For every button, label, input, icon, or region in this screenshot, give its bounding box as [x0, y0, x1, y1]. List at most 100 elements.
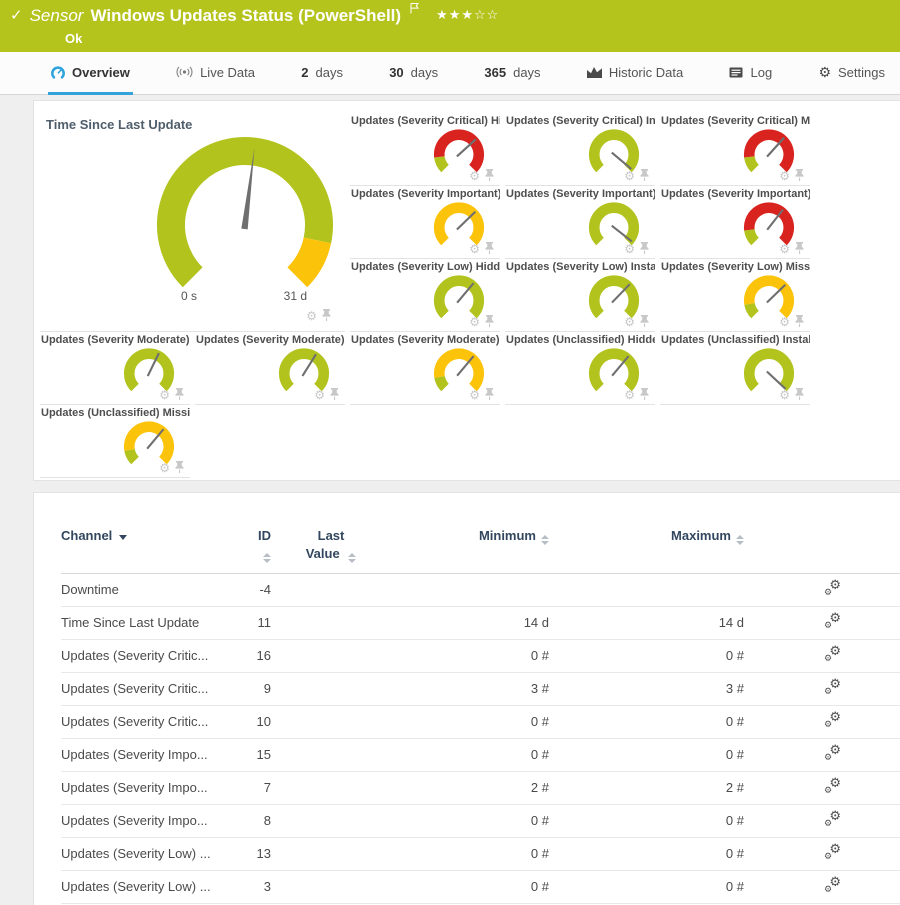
pin-icon[interactable] [322, 309, 331, 323]
gear-icon[interactable]: ⚙ [314, 389, 325, 401]
gear-icon[interactable]: ⚙ [624, 170, 635, 182]
gauge-tile: Updates (Severity Critical) Mi...⚙ [660, 113, 810, 186]
channel-minimum: 0 # [391, 870, 549, 903]
gear-icon[interactable]: ⚙ [779, 170, 790, 182]
pin-icon[interactable] [640, 169, 649, 183]
tab-2-days[interactable]: 2days [298, 52, 346, 95]
edit-channel-icon[interactable]: ⚙⚙ [824, 877, 841, 893]
edit-channel-icon[interactable]: ⚙⚙ [824, 778, 841, 794]
pin-icon[interactable] [640, 242, 649, 256]
edit-channel-icon[interactable]: ⚙⚙ [824, 613, 841, 629]
gauge-tile: Updates (Severity Critical) Hi...⚙ [350, 113, 500, 186]
channel-maximum: 0 # [549, 738, 744, 771]
main-gauge-max-label: 31 d [284, 289, 307, 303]
edit-channel-icon[interactable]: ⚙⚙ [824, 646, 841, 662]
column-header-maximum[interactable]: Maximum [549, 519, 744, 573]
gear-icon[interactable]: ⚙ [624, 389, 635, 401]
flag-icon[interactable] [410, 0, 419, 19]
tab-live-data[interactable]: Live Data [173, 52, 258, 95]
channel-id: 9 [246, 672, 271, 705]
pin-icon[interactable] [795, 388, 804, 402]
gauge-tile-title: Updates (Severity Low) Hidden [350, 259, 500, 273]
channel-last-value [271, 870, 391, 903]
tab-overview[interactable]: Overview [48, 52, 133, 95]
table-row: Updates (Severity Critic...100 #0 #⚙⚙ [61, 705, 900, 738]
pin-icon[interactable] [485, 315, 494, 329]
edit-channel-icon[interactable]: ⚙⚙ [824, 811, 841, 827]
column-header-channel[interactable]: Channel [61, 519, 246, 573]
column-header-minimum[interactable]: Minimum [391, 519, 549, 573]
table-row: Updates (Severity Low) ...30 #0 #⚙⚙ [61, 870, 900, 903]
gear-icon[interactable]: ⚙ [159, 462, 170, 474]
edit-channel-icon[interactable]: ⚙⚙ [824, 679, 841, 695]
gear-icon[interactable]: ⚙ [306, 310, 317, 322]
channel-table-body: Downtime-4⚙⚙Time Since Last Update1114 d… [61, 573, 900, 903]
channel-minimum [391, 573, 549, 606]
gear-icon[interactable]: ⚙ [624, 243, 635, 255]
gauge-tile-title: Updates (Severity Moderate) ... [40, 332, 190, 346]
gauge-tile: Updates (Severity Critical) Ins...⚙ [505, 113, 655, 186]
channel-id: 8 [246, 804, 271, 837]
pin-icon[interactable] [640, 388, 649, 402]
tab-log[interactable]: Log [726, 52, 775, 95]
column-header-last-value[interactable]: LastValue [271, 519, 391, 573]
edit-channel-icon[interactable]: ⚙⚙ [824, 712, 841, 728]
pin-icon[interactable] [795, 169, 804, 183]
channel-minimum: 2 # [391, 771, 549, 804]
channel-maximum: 0 # [549, 705, 744, 738]
channel-minimum: 14 d [391, 606, 549, 639]
edit-channel-icon[interactable]: ⚙⚙ [824, 745, 841, 761]
sort-icon [348, 553, 356, 563]
gear-icon[interactable]: ⚙ [469, 389, 480, 401]
priority-stars[interactable]: ★★★☆☆ [436, 7, 499, 23]
channel-maximum: 0 # [549, 639, 744, 672]
channel-maximum: 14 d [549, 606, 744, 639]
gear-icon[interactable]: ⚙ [159, 389, 170, 401]
pin-icon[interactable] [330, 388, 339, 402]
table-row: Updates (Severity Critic...160 #0 #⚙⚙ [61, 639, 900, 672]
channel-minimum: 0 # [391, 639, 549, 672]
pin-icon[interactable] [795, 315, 804, 329]
edit-channel-icon[interactable]: ⚙⚙ [824, 844, 841, 860]
edit-channel-icon[interactable]: ⚙⚙ [824, 580, 841, 596]
pin-icon[interactable] [175, 461, 184, 475]
channel-last-value [271, 837, 391, 870]
pin-icon[interactable] [175, 388, 184, 402]
tab-settings[interactable]: ⚙Settings [815, 52, 888, 95]
gauge-tile: Updates (Unclassified) Install...⚙ [660, 332, 810, 405]
gauge-tile-title: Updates (Severity Low) Missi... [660, 259, 810, 273]
channel-name: Updates (Severity Critic... [61, 639, 246, 672]
gear-icon[interactable]: ⚙ [624, 316, 635, 328]
gear-icon[interactable]: ⚙ [779, 389, 790, 401]
gauge-tile: Updates (Severity Important) ...⚙ [350, 186, 500, 259]
table-row: Updates (Severity Impo...150 #0 #⚙⚙ [61, 738, 900, 771]
pin-icon[interactable] [640, 315, 649, 329]
tab-historic-data[interactable]: Historic Data [584, 52, 686, 95]
pin-icon[interactable] [485, 242, 494, 256]
gauge-grid: Time Since Last Update 0 s 31 d ⚙ Update… [40, 113, 896, 478]
column-header-id[interactable]: ID [246, 519, 271, 573]
table-row: Updates (Severity Low) ...130 #0 #⚙⚙ [61, 837, 900, 870]
sort-icon [541, 535, 549, 545]
pin-icon[interactable] [485, 388, 494, 402]
gear-icon[interactable]: ⚙ [469, 316, 480, 328]
tab-365-days[interactable]: 365days [481, 52, 543, 95]
channel-minimum: 0 # [391, 837, 549, 870]
live-data-icon [176, 66, 193, 78]
gear-icon[interactable]: ⚙ [779, 316, 790, 328]
table-row: Updates (Severity Critic...93 #3 #⚙⚙ [61, 672, 900, 705]
sort-icon [736, 535, 744, 545]
pin-icon[interactable] [485, 169, 494, 183]
tab-30-days[interactable]: 30days [386, 52, 441, 95]
table-row: Time Since Last Update1114 d14 d⚙⚙ [61, 606, 900, 639]
gear-icon[interactable]: ⚙ [779, 243, 790, 255]
channel-id: 15 [246, 738, 271, 771]
pin-icon[interactable] [795, 242, 804, 256]
gear-icon[interactable]: ⚙ [469, 170, 480, 182]
channel-name: Updates (Severity Impo... [61, 771, 246, 804]
gauges-panel: Time Since Last Update 0 s 31 d ⚙ Update… [33, 100, 900, 481]
gear-icon[interactable]: ⚙ [469, 243, 480, 255]
gauge-tile: Updates (Severity Moderate) I...⚙ [195, 332, 345, 405]
tab-bar: Overview Live Data 2days 30days 365days Histo… [0, 52, 900, 95]
gauge-tile: Updates (Severity Low) Hidden ⚙ [350, 259, 500, 332]
